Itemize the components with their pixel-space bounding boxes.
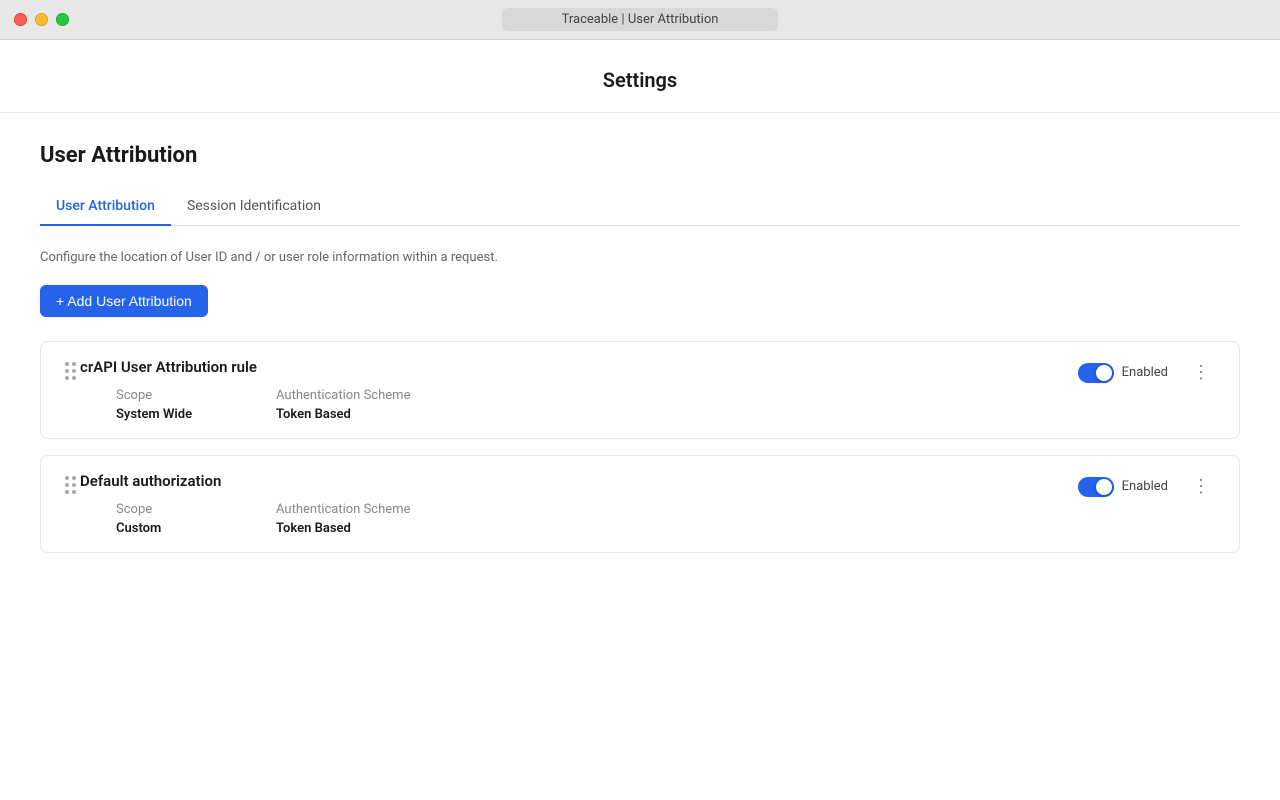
drag-dot [65, 362, 69, 366]
drag-dot [72, 490, 76, 494]
rule-1-scope-label: Scope [116, 388, 276, 403]
rule-2-scope-label: Scope [116, 502, 276, 517]
rule-1-auth-label: Authentication Scheme [276, 388, 1078, 403]
drag-dot [65, 376, 69, 380]
page-description: Configure the location of User ID and / … [40, 250, 1240, 265]
rule-2-auth-label: Authentication Scheme [276, 502, 1078, 517]
page-title: User Attribution [40, 143, 1240, 168]
drag-handle-2[interactable] [61, 472, 80, 498]
titlebar: Traceable | User Attribution [0, 0, 1280, 40]
rule-1-toggle[interactable] [1078, 363, 1114, 383]
rule-2-toggle[interactable] [1078, 477, 1114, 497]
close-button[interactable] [14, 13, 27, 26]
rule-2-toggle-container: Enabled [1078, 477, 1168, 497]
rule-1-title: crAPI User Attribution rule [80, 358, 1078, 376]
maximize-button[interactable] [56, 13, 69, 26]
drag-dot [72, 376, 76, 380]
rule-card-1: crAPI User Attribution rule Scope Authen… [40, 341, 1240, 439]
drag-dot [65, 476, 69, 480]
window-controls [14, 13, 69, 26]
rule-2-actions: Enabled ⋮ [1078, 472, 1219, 501]
rule-1-enabled-label: Enabled [1122, 365, 1168, 380]
drag-dot [65, 483, 69, 487]
drag-dot [65, 490, 69, 494]
rule-1-scope-value: System Wide [116, 407, 276, 422]
minimize-button[interactable] [35, 13, 48, 26]
card-row-2: Default authorization Scope Authenticati… [61, 472, 1219, 536]
tab-session-identification[interactable]: Session Identification [171, 188, 337, 226]
rule-2-enabled-label: Enabled [1122, 479, 1168, 494]
drag-dots-2 [65, 476, 76, 494]
drag-dot [72, 476, 76, 480]
content-area: User Attribution User Attribution Sessio… [20, 113, 1260, 599]
rule-1-actions: Enabled ⋮ [1078, 358, 1219, 387]
drag-dot [72, 362, 76, 366]
drag-handle-1[interactable] [61, 358, 80, 384]
drag-dot [72, 369, 76, 373]
rule-2-fields: Scope Authentication Scheme Custom Token… [80, 502, 1078, 536]
tabs-container: User Attribution Session Identification [40, 188, 1240, 226]
rule-2-title: Default authorization [80, 472, 1078, 490]
rule-2-more-menu[interactable]: ⋮ [1184, 472, 1219, 501]
settings-heading: Settings [0, 40, 1280, 113]
rule-1-toggle-container: Enabled [1078, 363, 1168, 383]
window-title: Traceable | User Attribution [502, 8, 779, 31]
rule-1-more-menu[interactable]: ⋮ [1184, 358, 1219, 387]
rule-1-fields: Scope Authentication Scheme System Wide … [80, 388, 1078, 422]
card-left-2: Default authorization Scope Authenticati… [61, 472, 1078, 536]
rule-2-scope-value: Custom [116, 521, 276, 536]
main-content: Settings User Attribution User Attributi… [0, 40, 1280, 800]
rule-card-2: Default authorization Scope Authenticati… [40, 455, 1240, 553]
rule-2-auth-value: Token Based [276, 521, 1078, 536]
rule-1-auth-value: Token Based [276, 407, 1078, 422]
tab-user-attribution[interactable]: User Attribution [40, 188, 171, 226]
drag-dot [72, 483, 76, 487]
card-row-1: crAPI User Attribution rule Scope Authen… [61, 358, 1219, 422]
card-info-2: Default authorization Scope Authenticati… [80, 472, 1078, 536]
card-info-1: crAPI User Attribution rule Scope Authen… [80, 358, 1078, 422]
add-user-attribution-button[interactable]: + Add User Attribution [40, 285, 208, 317]
drag-dots-1 [65, 362, 76, 380]
drag-dot [65, 369, 69, 373]
card-left-1: crAPI User Attribution rule Scope Authen… [61, 358, 1078, 422]
